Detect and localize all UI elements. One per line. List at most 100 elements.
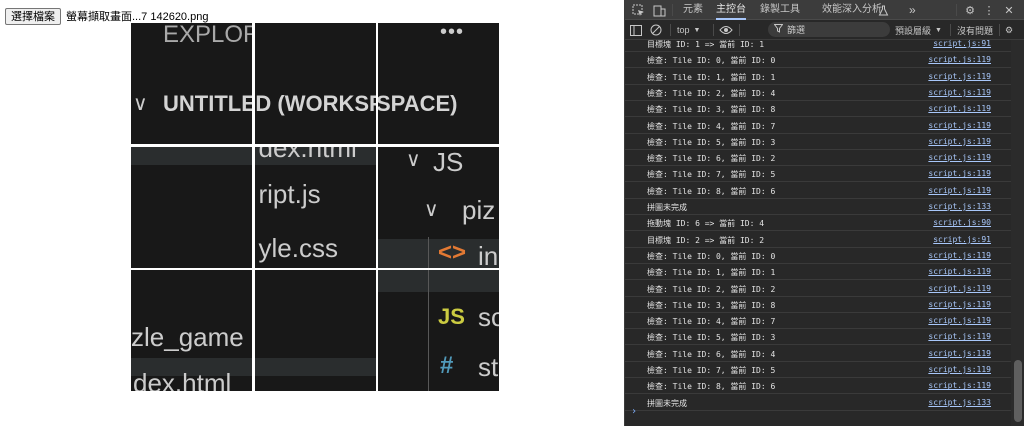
- ellipsis-icon: •••: [440, 23, 465, 43]
- console-settings-icon[interactable]: ⚙: [1005, 22, 1013, 38]
- more-tabs-button[interactable]: »: [909, 0, 916, 20]
- flask-icon: [875, 2, 891, 18]
- console-message-text: 檢查: Tile ID: 8, 當前 ID: 6: [647, 382, 776, 392]
- chevron-down-icon: ▼: [935, 26, 942, 34]
- tab-recorder[interactable]: 錄製工具: [760, 0, 800, 20]
- puzzle-tile[interactable]: [131, 146, 252, 268]
- console-message: 檢查: Tile ID: 5, 當前 ID: 3 script.js:119: [625, 329, 1011, 346]
- source-link[interactable]: script.js:119: [928, 55, 991, 64]
- source-link[interactable]: script.js:119: [928, 381, 991, 390]
- source-link[interactable]: script.js:91: [933, 40, 991, 48]
- console-message-text: 檢查: Tile ID: 4, 當前 ID: 7: [647, 121, 776, 131]
- source-link[interactable]: script.js:119: [928, 251, 991, 260]
- context-selector[interactable]: top ▼: [677, 22, 700, 38]
- source-link[interactable]: script.js:91: [933, 235, 991, 244]
- source-link[interactable]: script.js:119: [928, 284, 991, 293]
- row-highlight: [131, 146, 252, 165]
- indent-guide: [428, 236, 429, 268]
- tab-performance-insights[interactable]: 效能深入分析: [822, 0, 882, 20]
- scrollbar-thumb[interactable]: [1014, 360, 1022, 422]
- folder-label: zle_game: [131, 322, 244, 352]
- workspace-label: SPACE): [378, 91, 458, 116]
- source-link[interactable]: script.js:119: [928, 332, 991, 341]
- file-label: in: [478, 240, 499, 268]
- console-message: 檢查: Tile ID: 1, 當前 ID: 1 script.js:119: [625, 264, 1011, 281]
- puzzle-tile[interactable]: zle_game dex.html: [131, 270, 252, 391]
- chevron-down-icon: ∨: [424, 198, 439, 221]
- source-link[interactable]: script.js:133: [928, 398, 991, 407]
- puzzle-tile[interactable]: EXPLORER ∨ UNTITLED (WORK: [131, 23, 252, 144]
- puzzle-tile[interactable]: ••• SPACE): [378, 23, 499, 144]
- chevron-down-icon: ∨: [406, 148, 421, 171]
- console-message-text: 檢查: Tile ID: 7, 當前 ID: 5: [647, 366, 776, 375]
- eye-icon[interactable]: [719, 22, 733, 38]
- source-link[interactable]: script.js:119: [928, 137, 991, 146]
- console-message: 檢查: Tile ID: 3, 當前 ID: 8 script.js:119: [625, 101, 1011, 118]
- separator: [672, 4, 673, 16]
- choose-file-button[interactable]: 選擇檔案: [5, 7, 61, 25]
- tab-console[interactable]: 主控台: [716, 0, 746, 20]
- filter-input[interactable]: 篩選: [768, 22, 890, 37]
- source-link[interactable]: script.js:119: [928, 300, 991, 309]
- source-link[interactable]: script.js:119: [928, 88, 991, 97]
- console-message-text: 檢查: Tile ID: 1, 當前 ID: 1: [647, 268, 776, 278]
- puzzle-tile[interactable]: [254, 270, 376, 391]
- console-message: 檢查: Tile ID: 8, 當前 ID: 6 script.js:119: [625, 183, 1011, 199]
- console-message-text: 檢查: Tile ID: 1, 當前 ID: 1: [647, 72, 776, 82]
- puzzle-board: EXPLORER ∨ UNTITLED (WORK UNTITLED (WORK…: [131, 23, 499, 391]
- source-link[interactable]: script.js:133: [928, 202, 991, 211]
- console-prompt[interactable]: ›: [631, 406, 637, 417]
- js-file-icon: JS: [438, 304, 465, 329]
- console-message-text: 檢查: Tile ID: 0, 當前 ID: 0: [647, 251, 776, 261]
- console-message: 目標塊 ID: 2 => 當前 ID: 2 script.js:91: [625, 232, 1011, 248]
- puzzle-tile[interactable]: UNTITLED (WORKSPACE): [254, 23, 376, 144]
- gear-icon[interactable]: ⚙: [962, 2, 978, 18]
- file-label: ript.js: [258, 178, 321, 209]
- log-levels-dropdown[interactable]: 預設層級 ▼: [895, 22, 942, 38]
- chevron-down-icon: ∨: [133, 93, 148, 115]
- console-message: 檢查: Tile ID: 1, 當前 ID: 1 script.js:119: [625, 69, 1011, 85]
- context-label: top: [677, 25, 690, 35]
- source-link[interactable]: script.js:119: [928, 365, 991, 374]
- issues-button[interactable]: 沒有問題: [957, 22, 993, 38]
- source-link[interactable]: script.js:90: [933, 218, 991, 227]
- console-message-text: 拼圖未完成: [647, 398, 687, 408]
- separator: [950, 24, 951, 36]
- source-link[interactable]: script.js:119: [928, 72, 991, 81]
- row-highlight: [378, 270, 499, 292]
- file-name-label: 螢幕擷取畫面...7 142620.png: [66, 11, 209, 23]
- web-page: 選擇檔案 螢幕擷取畫面...7 142620.png EXPLORER ∨ UN…: [0, 0, 624, 426]
- inspect-element-icon[interactable]: [630, 2, 646, 18]
- source-link[interactable]: script.js:119: [928, 169, 991, 178]
- source-link[interactable]: script.js:119: [928, 186, 991, 195]
- console-scrollbar[interactable]: [1011, 40, 1024, 426]
- workspace-label: UNTITLED (WORK: [163, 91, 252, 116]
- source-link[interactable]: script.js:119: [928, 104, 991, 113]
- tab-elements[interactable]: 元素: [683, 0, 703, 20]
- puzzle-tile[interactable]: ∨ JS ∨ piz <> in: [378, 146, 499, 268]
- source-link[interactable]: script.js:119: [928, 153, 991, 162]
- file-label: sc: [478, 302, 499, 332]
- console-message: 檢查: Tile ID: 0, 當前 ID: 0 script.js:119: [625, 52, 1011, 69]
- sidebar-toggle-icon[interactable]: [630, 22, 642, 38]
- close-icon[interactable]: ✕: [1001, 2, 1017, 18]
- console-message: 檢查: Tile ID: 3, 當前 ID: 8 script.js:119: [625, 297, 1011, 313]
- console-message: 檢查: Tile ID: 8, 當前 ID: 6 script.js:119: [625, 378, 1011, 395]
- devtools-panel: 元素 主控台 錄製工具 效能深入分析 » ⚙ ⋮ ✕ top ▼ 篩選 預設層級…: [624, 0, 1024, 426]
- puzzle-tile[interactable]: JS sc # st: [378, 270, 499, 391]
- console-message-text: 檢查: Tile ID: 2, 當前 ID: 4: [647, 88, 776, 98]
- source-link[interactable]: script.js:119: [928, 316, 991, 325]
- device-toolbar-icon[interactable]: [651, 2, 667, 18]
- puzzle-tile[interactable]: dex.html ript.js yle.css: [254, 146, 376, 268]
- source-link[interactable]: script.js:119: [928, 349, 991, 358]
- source-link[interactable]: script.js:119: [928, 267, 991, 276]
- console-messages: 目標塊 ID: 1 => 當前 ID: 1 script.js:91 檢查: Til…: [625, 40, 1011, 426]
- kebab-menu-icon[interactable]: ⋮: [981, 2, 997, 18]
- css-file-icon: #: [440, 352, 454, 379]
- levels-label: 預設層級: [895, 25, 932, 36]
- filter-icon: [773, 24, 784, 35]
- clear-console-icon[interactable]: [650, 22, 662, 38]
- file-label: dex.html: [133, 368, 232, 391]
- source-link[interactable]: script.js:119: [928, 121, 991, 130]
- console-message-text: 目標塊 ID: 1 => 當前 ID: 1: [647, 40, 765, 49]
